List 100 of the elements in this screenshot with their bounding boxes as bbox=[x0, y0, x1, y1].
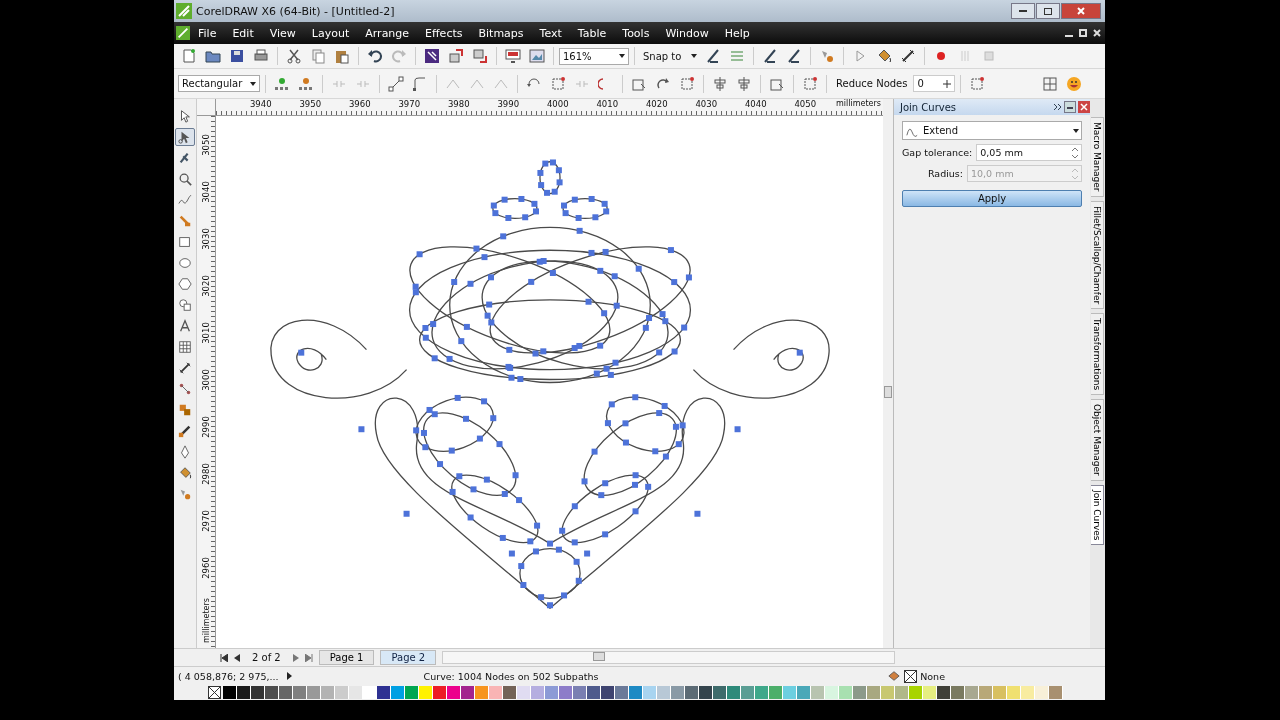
minimize-button[interactable] bbox=[1011, 3, 1035, 19]
selection-mode-dropdown[interactable]: Rectangular bbox=[178, 75, 260, 92]
color-swatch[interactable] bbox=[363, 686, 377, 699]
color-swatch[interactable] bbox=[979, 686, 993, 699]
color-swatch[interactable] bbox=[447, 686, 461, 699]
cut-icon[interactable] bbox=[286, 48, 302, 64]
layout-icon[interactable] bbox=[1042, 75, 1058, 92]
to-curve-icon[interactable] bbox=[412, 75, 428, 92]
ruler-tool-icon[interactable] bbox=[900, 48, 916, 64]
color-swatch[interactable] bbox=[629, 686, 643, 699]
delete-node-icon[interactable] bbox=[298, 75, 314, 92]
docker-tab[interactable]: Join Curves bbox=[1091, 484, 1104, 546]
save-icon[interactable] bbox=[229, 48, 245, 64]
color-swatch[interactable] bbox=[461, 686, 475, 699]
copy-icon[interactable] bbox=[310, 48, 326, 64]
first-page-icon[interactable] bbox=[220, 653, 228, 662]
color-swatch[interactable] bbox=[405, 686, 419, 699]
color-swatch[interactable] bbox=[909, 686, 923, 699]
color-swatch[interactable] bbox=[251, 686, 265, 699]
color-swatch[interactable] bbox=[573, 686, 587, 699]
menu-item[interactable]: Text bbox=[531, 26, 570, 40]
apply-button[interactable]: Apply bbox=[902, 190, 1082, 207]
menu-item[interactable]: Bitmaps bbox=[470, 26, 532, 40]
color-swatch[interactable] bbox=[531, 686, 545, 699]
color-swatch[interactable] bbox=[923, 686, 937, 699]
launcher-icon[interactable] bbox=[424, 48, 440, 64]
color-swatch[interactable] bbox=[1049, 686, 1063, 699]
color-swatch[interactable] bbox=[895, 686, 909, 699]
color-swatch[interactable] bbox=[321, 686, 335, 699]
triangle-icon[interactable] bbox=[286, 672, 292, 680]
export-icon[interactable] bbox=[472, 48, 488, 64]
color-swatch[interactable] bbox=[727, 686, 741, 699]
pen-tool-icon[interactable] bbox=[786, 48, 802, 64]
picture-frame-icon[interactable] bbox=[529, 48, 545, 64]
docker-tab[interactable]: Transformations bbox=[1091, 312, 1104, 395]
color-swatch[interactable] bbox=[391, 686, 405, 699]
color-swatch[interactable] bbox=[1021, 686, 1035, 699]
menu-item[interactable]: Edit bbox=[224, 26, 262, 40]
color-swatch[interactable] bbox=[699, 686, 713, 699]
menu-item[interactable]: Tools bbox=[614, 26, 658, 40]
color-swatch[interactable] bbox=[1035, 686, 1049, 699]
color-swatch[interactable] bbox=[825, 686, 839, 699]
snap-to-dropdown[interactable]: Snap to bbox=[640, 47, 700, 65]
to-line-icon[interactable] bbox=[388, 75, 404, 92]
color-swatch[interactable] bbox=[559, 686, 573, 699]
docker-tab[interactable]: Fillet/Scallop/Chamfer bbox=[1091, 200, 1104, 309]
pen-tool-icon[interactable] bbox=[705, 48, 721, 64]
align-vertical-icon[interactable] bbox=[736, 75, 752, 92]
color-swatch[interactable] bbox=[881, 686, 895, 699]
menu-item[interactable]: Layout bbox=[303, 26, 358, 40]
color-swatch[interactable] bbox=[657, 686, 671, 699]
join-mode-dropdown[interactable]: Extend bbox=[902, 121, 1082, 140]
reduce-nodes-field[interactable]: 0 bbox=[913, 75, 956, 92]
tool-button[interactable] bbox=[175, 128, 195, 146]
spinner-icon[interactable] bbox=[1072, 146, 1078, 159]
color-swatch[interactable] bbox=[769, 686, 783, 699]
color-swatch[interactable] bbox=[839, 686, 853, 699]
extract-subpath-icon[interactable] bbox=[550, 75, 566, 92]
color-swatch[interactable] bbox=[265, 686, 279, 699]
last-page-icon[interactable] bbox=[304, 653, 313, 662]
color-swatch[interactable] bbox=[489, 686, 503, 699]
color-swatch[interactable] bbox=[433, 686, 447, 699]
color-swatch[interactable] bbox=[601, 686, 615, 699]
menu-item[interactable]: File bbox=[190, 26, 225, 40]
color-swatch[interactable] bbox=[615, 686, 629, 699]
color-swatch[interactable] bbox=[475, 686, 489, 699]
menu-item[interactable]: Help bbox=[716, 26, 758, 40]
monitor-icon[interactable] bbox=[505, 48, 521, 64]
color-swatch[interactable] bbox=[587, 686, 601, 699]
color-swatch[interactable] bbox=[419, 686, 433, 699]
color-swatch[interactable] bbox=[965, 686, 979, 699]
page-tab[interactable]: Page 1 bbox=[318, 650, 375, 665]
add-node-icon[interactable] bbox=[274, 75, 290, 92]
zoom-level-dropdown[interactable]: 161% bbox=[559, 47, 629, 65]
minimize-icon[interactable] bbox=[1064, 101, 1076, 113]
align-horizontal-icon[interactable] bbox=[712, 75, 728, 92]
color-swatch[interactable] bbox=[783, 686, 797, 699]
color-swatch[interactable] bbox=[545, 686, 559, 699]
expand-icon[interactable] bbox=[1054, 103, 1062, 111]
horizontal-scrollbar[interactable] bbox=[442, 651, 895, 664]
docker-tab[interactable]: Macro Manager bbox=[1091, 117, 1104, 197]
color-swatch[interactable] bbox=[867, 686, 881, 699]
color-swatch[interactable] bbox=[853, 686, 867, 699]
color-swatch[interactable] bbox=[237, 686, 251, 699]
color-swatch[interactable] bbox=[755, 686, 769, 699]
smiley-icon[interactable] bbox=[1066, 75, 1082, 92]
menu-item[interactable]: Window bbox=[657, 26, 717, 40]
color-swatch[interactable] bbox=[307, 686, 321, 699]
maximize-button[interactable] bbox=[1036, 3, 1060, 19]
color-swatch[interactable] bbox=[685, 686, 699, 699]
new-document-icon[interactable] bbox=[181, 48, 197, 64]
color-swatch[interactable] bbox=[713, 686, 727, 699]
paste-icon[interactable] bbox=[334, 48, 350, 64]
color-swatch[interactable] bbox=[951, 686, 965, 699]
color-swatch[interactable] bbox=[503, 686, 517, 699]
color-swatch[interactable] bbox=[335, 686, 349, 699]
previous-page-icon[interactable] bbox=[234, 653, 240, 662]
color-swatch[interactable] bbox=[293, 686, 307, 699]
menu-item[interactable]: Table bbox=[569, 26, 615, 40]
close-button[interactable] bbox=[1061, 3, 1101, 19]
